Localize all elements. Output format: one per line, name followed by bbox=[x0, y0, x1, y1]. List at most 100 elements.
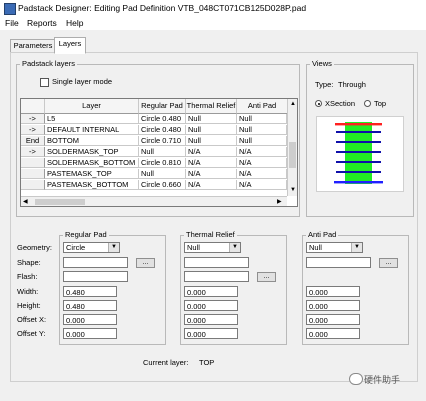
table-cell-regular[interactable]: Circle 0.480 bbox=[139, 125, 186, 135]
grid-horizontal-scrollbar[interactable]: ◀ ▶ bbox=[21, 196, 287, 206]
menu-reports[interactable]: Reports bbox=[27, 18, 57, 28]
table-cell-layer[interactable]: SOLDERMASK_BOTTOM bbox=[45, 158, 139, 168]
anti-width-input[interactable]: 0.000 bbox=[306, 286, 360, 297]
table-cell-anti[interactable]: N/A bbox=[237, 147, 287, 157]
column-header-anti-pad[interactable]: Anti Pad bbox=[237, 99, 288, 114]
column-header-thermal-relief[interactable]: Thermal Relief bbox=[186, 99, 237, 114]
scroll-up-icon[interactable]: ▲ bbox=[290, 101, 296, 107]
table-cell-thermal[interactable]: Null bbox=[186, 136, 237, 146]
table-cell-anti[interactable]: Null bbox=[237, 125, 287, 135]
regular-shape-browse-button[interactable]: ... bbox=[136, 258, 155, 268]
table-cell-layer[interactable]: DEFAULT INTERNAL bbox=[45, 125, 139, 135]
pad-bottom-layer bbox=[334, 181, 383, 184]
table-cell-thermal[interactable]: N/A bbox=[186, 169, 237, 179]
regular-width-input[interactable]: 0.480 bbox=[63, 286, 117, 297]
hscroll-thumb[interactable] bbox=[35, 199, 85, 205]
column-header-layer[interactable]: Layer bbox=[45, 99, 139, 114]
xsection-preview bbox=[316, 116, 404, 192]
xsection-radio[interactable] bbox=[315, 100, 322, 107]
scroll-right-icon[interactable]: ▶ bbox=[277, 198, 282, 205]
anti-geometry-value: Null bbox=[309, 243, 322, 252]
top-label: Top bbox=[374, 99, 387, 108]
height-label: Height: bbox=[17, 301, 41, 310]
table-cell-regular[interactable]: Null bbox=[139, 147, 186, 157]
menu-help[interactable]: Help bbox=[66, 18, 83, 28]
table-cell-thermal[interactable]: Null bbox=[186, 114, 237, 124]
regular-flash-input[interactable] bbox=[63, 271, 128, 282]
thermal-width-input[interactable]: 0.000 bbox=[184, 286, 238, 297]
column-header-regular-pad[interactable]: Regular Pad bbox=[139, 99, 186, 114]
thermal-offset-y-input[interactable]: 0.000 bbox=[184, 328, 238, 339]
thermal-flash-browse-button[interactable]: ... bbox=[257, 272, 276, 282]
anti-shape-input[interactable] bbox=[306, 257, 371, 268]
anti-height-input[interactable]: 0.000 bbox=[306, 300, 360, 311]
table-cell-regular[interactable]: Null bbox=[139, 169, 186, 179]
table-cell-layer[interactable]: SOLDERMASK_TOP bbox=[45, 147, 139, 157]
row-marker-button[interactable]: End bbox=[21, 136, 45, 146]
scroll-thumb[interactable] bbox=[289, 142, 296, 168]
current-layer-label: Current layer: bbox=[143, 358, 189, 367]
thermal-offset-x-input[interactable]: 0.000 bbox=[184, 314, 238, 325]
regular-shape-input[interactable] bbox=[63, 257, 128, 268]
scroll-left-icon[interactable]: ◀ bbox=[23, 198, 28, 205]
row-marker-button[interactable]: -> bbox=[21, 147, 45, 157]
padstack-layers-title: Padstack layers bbox=[20, 59, 77, 68]
geometry-label: Geometry: bbox=[17, 243, 53, 252]
anti-offset-x-input[interactable]: 0.000 bbox=[306, 314, 360, 325]
table-cell-layer[interactable]: L5 bbox=[45, 114, 139, 124]
grid-corner bbox=[21, 99, 45, 114]
view-type-value: Through bbox=[338, 80, 366, 89]
table-cell-regular[interactable]: Circle 0.810 bbox=[139, 158, 186, 168]
watermark-text: 硬件助手 bbox=[364, 375, 401, 385]
regular-offset-x-input[interactable]: 0.000 bbox=[63, 314, 117, 325]
table-cell-layer[interactable]: PASTEMASK_TOP bbox=[45, 169, 139, 179]
table-cell-anti[interactable]: N/A bbox=[237, 169, 287, 179]
row-marker-button[interactable]: -> bbox=[21, 125, 45, 135]
thermal-geometry-select[interactable]: Null ▼ bbox=[184, 242, 241, 253]
thermal-height-input[interactable]: 0.000 bbox=[184, 300, 238, 311]
thermal-shape-input[interactable] bbox=[184, 257, 249, 268]
table-cell-thermal[interactable]: N/A bbox=[186, 147, 237, 157]
single-layer-mode-checkbox[interactable] bbox=[40, 78, 49, 87]
table-cell-regular[interactable]: Circle 0.480 bbox=[139, 114, 186, 124]
grid-vertical-scrollbar[interactable]: ▲ ▼ bbox=[287, 99, 297, 196]
pad-inner-layer bbox=[336, 171, 381, 173]
anti-shape-browse-button[interactable]: ... bbox=[379, 258, 398, 268]
tab-layers[interactable]: Layers bbox=[54, 37, 86, 54]
padstack-xsection-drawing bbox=[334, 122, 383, 184]
table-cell-thermal[interactable]: N/A bbox=[186, 180, 237, 190]
layers-grid[interactable]: Layer Regular Pad Thermal Relief Anti Pa… bbox=[20, 98, 298, 207]
table-cell-anti[interactable]: Null bbox=[237, 136, 287, 146]
thermal-flash-input[interactable] bbox=[184, 271, 249, 282]
view-type-label: Type: bbox=[315, 80, 334, 89]
table-cell-thermal[interactable]: N/A bbox=[186, 158, 237, 168]
table-cell-anti[interactable]: N/A bbox=[237, 158, 287, 168]
scroll-down-icon[interactable]: ▼ bbox=[290, 187, 296, 193]
table-cell-regular[interactable]: Circle 0.710 bbox=[139, 136, 186, 146]
regular-height-input[interactable]: 0.480 bbox=[63, 300, 117, 311]
offset-y-label: Offset Y: bbox=[17, 329, 46, 338]
app-icon bbox=[4, 3, 16, 15]
regular-geometry-select[interactable]: Circle ▼ bbox=[63, 242, 120, 253]
chevron-down-icon: ▼ bbox=[351, 243, 362, 252]
top-radio[interactable] bbox=[364, 100, 371, 107]
regular-offset-y-input[interactable]: 0.000 bbox=[63, 328, 117, 339]
offset-x-label: Offset X: bbox=[17, 315, 47, 324]
row-marker-button[interactable]: -> bbox=[21, 114, 45, 124]
anti-geometry-select[interactable]: Null ▼ bbox=[306, 242, 363, 253]
row-marker-button[interactable] bbox=[21, 169, 45, 179]
views-title: Views bbox=[310, 59, 334, 68]
menu-file[interactable]: File bbox=[5, 18, 19, 28]
table-cell-anti[interactable]: Null bbox=[237, 114, 287, 124]
pad-top-layer bbox=[335, 123, 382, 126]
table-cell-thermal[interactable]: Null bbox=[186, 125, 237, 135]
anti-offset-y-input[interactable]: 0.000 bbox=[306, 328, 360, 339]
table-cell-layer[interactable]: PASTEMASK_BOTTOM bbox=[45, 180, 139, 190]
pad-inner-layer bbox=[336, 151, 381, 153]
row-marker-button[interactable] bbox=[21, 180, 45, 190]
wechat-logo-icon bbox=[349, 373, 363, 385]
row-marker-button[interactable] bbox=[21, 158, 45, 168]
table-cell-anti[interactable]: N/A bbox=[237, 180, 287, 190]
table-cell-regular[interactable]: Circle 0.660 bbox=[139, 180, 186, 190]
table-cell-layer[interactable]: BOTTOM bbox=[45, 136, 139, 146]
